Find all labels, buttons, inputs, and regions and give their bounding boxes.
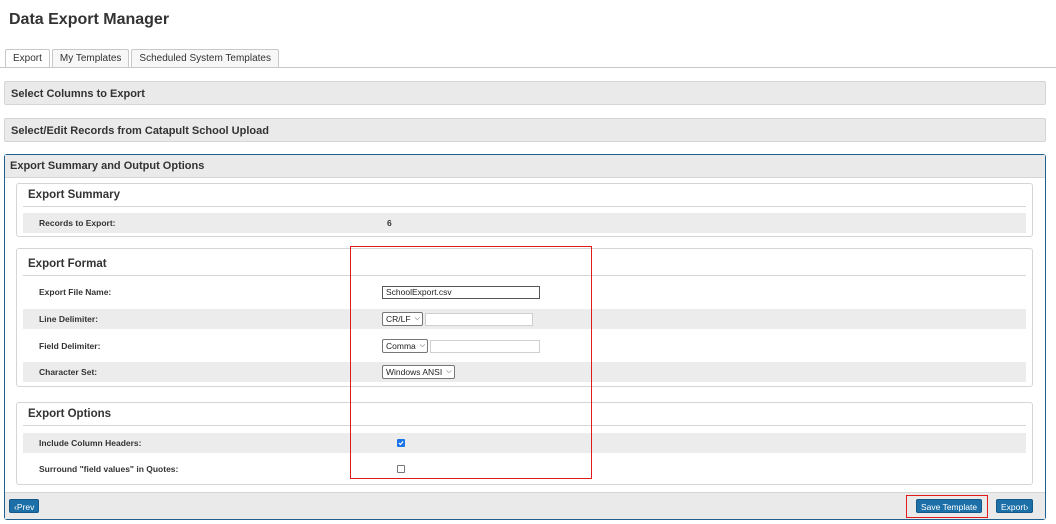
column-headers-label: Include Column Headers:	[39, 438, 142, 448]
chevron-down-icon: ⌵	[419, 342, 426, 349]
save-template-button[interactable]: Save Template	[916, 499, 983, 513]
character-set-value: Windows ANSI	[386, 367, 443, 377]
line-delimiter-row: Line Delimiter: CR/LF ⌵	[23, 309, 1026, 329]
line-delimiter-value: CR/LF	[386, 314, 411, 324]
records-label: Records to Export:	[39, 218, 116, 228]
tab-my-templates[interactable]: My Templates	[51, 49, 130, 67]
column-headers-checkbox[interactable]	[397, 439, 405, 447]
prev-button[interactable]: ‹Prev	[9, 499, 40, 513]
tab-export[interactable]: Export	[5, 49, 50, 68]
character-set-select[interactable]: Windows ANSI ⌵	[382, 365, 455, 379]
field-delimiter-select[interactable]: Comma ⌵	[382, 339, 429, 353]
export-button[interactable]: Export›	[996, 499, 1034, 513]
chevron-right-icon: ›	[1025, 502, 1029, 512]
export-format-title: Export Format	[23, 253, 1026, 276]
summary-output-panel: Export Summary and Output Options Export…	[4, 154, 1046, 520]
column-headers-row: Include Column Headers:	[23, 433, 1026, 453]
character-set-label: Character Set:	[39, 367, 98, 377]
field-delimiter-label: Field Delimiter:	[39, 341, 101, 351]
page-title: Data Export Manager	[9, 11, 170, 28]
chevron-down-icon: ⌵	[446, 368, 452, 375]
select-records-section[interactable]: Select/Edit Records from Catapult School…	[4, 118, 1046, 142]
line-delimiter-select[interactable]: CR/LF ⌵	[382, 312, 423, 326]
tab-scheduled-system-templates[interactable]: Scheduled System Templates	[131, 49, 279, 67]
field-delimiter-value: Comma	[386, 341, 416, 351]
records-value: 6	[387, 218, 392, 228]
quote-values-row: Surround "field values" in Quotes:	[23, 459, 1026, 479]
export-options-box: Export Options Include Column Headers: S…	[16, 402, 1033, 485]
export-summary-box: Export Summary Records to Export: 6	[16, 183, 1033, 237]
export-format-box: Export Format Export File Name: Line Del…	[16, 248, 1033, 387]
chevron-down-icon: ⌵	[414, 315, 420, 322]
quote-values-checkbox[interactable]	[397, 465, 405, 473]
line-delimiter-custom-input[interactable]	[424, 312, 533, 326]
file-name-row: Export File Name:	[23, 282, 1026, 302]
checkmark-icon	[398, 441, 404, 446]
summary-output-header[interactable]: Export Summary and Output Options	[5, 155, 1045, 178]
export-summary-title: Export Summary	[23, 184, 1026, 207]
footer-bar: ‹Prev Save Template Export›	[5, 492, 1045, 519]
quote-values-label: Surround "field values" in Quotes:	[39, 464, 179, 474]
tab-bar: Export My Templates Scheduled System Tem…	[5, 49, 281, 68]
export-options-title: Export Options	[23, 403, 1026, 426]
line-delimiter-label: Line Delimiter:	[39, 314, 99, 324]
file-name-input[interactable]	[382, 285, 540, 299]
field-delimiter-row: Field Delimiter: Comma ⌵	[23, 336, 1026, 356]
field-delimiter-custom-input[interactable]	[430, 339, 541, 353]
records-row: Records to Export: 6	[23, 213, 1026, 233]
tab-divider	[0, 67, 1056, 68]
select-columns-section[interactable]: Select Columns to Export	[4, 81, 1046, 105]
character-set-row: Character Set: Windows ANSI ⌵	[23, 362, 1026, 382]
file-name-label: Export File Name:	[39, 287, 112, 297]
